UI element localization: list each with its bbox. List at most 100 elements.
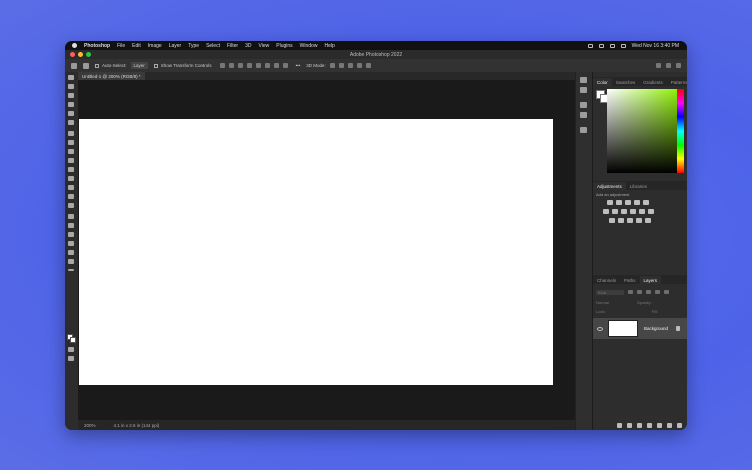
background-color-swatch[interactable]: [70, 337, 76, 343]
eye-icon[interactable]: [597, 326, 603, 331]
dodge-tool-icon[interactable]: [68, 203, 74, 208]
eraser-tool-icon[interactable]: [68, 176, 74, 181]
lock-icon[interactable]: [676, 326, 680, 331]
move-tool-icon[interactable]: [83, 62, 89, 69]
levels-icon[interactable]: [616, 200, 622, 205]
scale-icon[interactable]: [365, 63, 371, 68]
selective-color-icon[interactable]: [636, 218, 642, 223]
new-group-icon[interactable]: [657, 422, 662, 428]
menu-help[interactable]: Help: [324, 43, 334, 49]
distribute-vertical-icon[interactable]: [282, 63, 288, 68]
invert-icon[interactable]: [609, 218, 615, 223]
share-icon[interactable]: [676, 63, 681, 68]
character-panel-icon[interactable]: [580, 102, 587, 108]
marquee-tool-icon[interactable]: [68, 84, 74, 89]
tab-libraries[interactable]: Libraries: [626, 182, 651, 190]
blur-tool-icon[interactable]: [68, 194, 74, 199]
curves-icon[interactable]: [625, 200, 631, 205]
color-balance-icon[interactable]: [621, 209, 627, 214]
distribute-icon[interactable]: [273, 63, 279, 68]
new-layer-icon[interactable]: [667, 422, 672, 428]
gradient-triangle-icon[interactable]: [643, 200, 649, 205]
quick-mask-icon[interactable]: [68, 347, 74, 352]
gradient-tool-icon[interactable]: [68, 185, 74, 190]
document-tab[interactable]: Untitled-1 @ 200% (RGB/8) *: [78, 72, 145, 80]
pan-icon[interactable]: [347, 63, 353, 68]
menu-edit[interactable]: Edit: [132, 43, 141, 49]
search-icon[interactable]: [609, 43, 615, 48]
crop-tool-icon[interactable]: [68, 111, 74, 116]
brushes-panel-icon[interactable]: [580, 127, 587, 133]
menu-plugins[interactable]: Plugins: [276, 43, 292, 49]
home-icon[interactable]: [71, 62, 77, 69]
auto-select-dropdown[interactable]: Layer: [130, 62, 148, 69]
layer-row[interactable]: Background: [593, 318, 687, 339]
menu-window[interactable]: Window: [300, 43, 318, 49]
align-left-icon[interactable]: [219, 63, 225, 68]
menu-photoshop[interactable]: Photoshop: [84, 43, 110, 49]
tab-gradients[interactable]: Gradients: [639, 78, 667, 86]
workspace-icon[interactable]: [666, 63, 671, 68]
photo-filter-icon[interactable]: [639, 209, 645, 214]
lasso-tool-icon[interactable]: [68, 93, 74, 98]
zoom-level[interactable]: 200%: [84, 423, 96, 428]
opacity-label[interactable]: Opacity:: [637, 300, 652, 305]
maximize-icon[interactable]: [86, 52, 91, 57]
rectangle-tool-icon[interactable]: [68, 241, 74, 246]
channel-mixer-icon[interactable]: [648, 209, 654, 214]
close-icon[interactable]: [70, 52, 75, 57]
exposure-icon[interactable]: [634, 200, 640, 205]
tab-patterns[interactable]: Patterns: [667, 78, 687, 86]
menu-3d[interactable]: 3D: [245, 43, 251, 49]
new-fill-layer-icon[interactable]: [647, 422, 652, 428]
menu-select[interactable]: Select: [206, 43, 220, 49]
control-center-icon[interactable]: [620, 43, 626, 48]
posterize-icon[interactable]: [618, 218, 624, 223]
layer-thumbnail[interactable]: [608, 320, 638, 337]
color-field[interactable]: [607, 89, 680, 173]
zoom-tool-icon[interactable]: [68, 259, 74, 264]
canvas[interactable]: [79, 119, 553, 385]
filter-shape-icon[interactable]: [655, 290, 660, 294]
tab-layers[interactable]: Layers: [639, 276, 662, 284]
align-center-icon[interactable]: [228, 63, 234, 68]
align-middle-icon[interactable]: [255, 63, 261, 68]
filter-type-icon[interactable]: [646, 290, 651, 294]
search-tool-icon[interactable]: [656, 63, 661, 68]
filter-adjustment-icon[interactable]: [637, 290, 642, 294]
move-tool-icon[interactable]: [68, 75, 74, 80]
tab-color[interactable]: Color: [593, 78, 612, 86]
edit-toolbar-icon[interactable]: [68, 269, 74, 271]
filter-smart-icon[interactable]: [664, 290, 669, 294]
type-tool-icon[interactable]: [68, 223, 74, 228]
blend-mode-dropdown[interactable]: Normal: [596, 300, 609, 305]
link-layers-icon[interactable]: [617, 422, 622, 428]
transform-controls-checkbox[interactable]: [153, 63, 158, 68]
align-right-icon[interactable]: [237, 63, 243, 68]
menu-view[interactable]: View: [259, 43, 270, 49]
pen-tool-icon[interactable]: [68, 214, 74, 219]
slide-icon[interactable]: [356, 63, 362, 68]
layer-name[interactable]: Background: [644, 326, 668, 331]
trash-icon[interactable]: [677, 422, 682, 428]
black-white-icon[interactable]: [630, 209, 636, 214]
properties-panel-icon[interactable]: [580, 87, 587, 93]
clock[interactable]: Wed Nov 16 3:40 PM: [632, 43, 679, 49]
brightness-contrast-icon[interactable]: [607, 200, 613, 205]
menu-file[interactable]: File: [117, 43, 125, 49]
tab-channels[interactable]: Channels: [593, 276, 620, 284]
hand-tool-icon[interactable]: [68, 250, 74, 255]
quick-select-tool-icon[interactable]: [68, 102, 74, 107]
fill-label[interactable]: Fill:: [652, 309, 658, 314]
document-area[interactable]: [78, 80, 575, 420]
path-selection-icon[interactable]: [68, 232, 74, 237]
hue-saturation-icon[interactable]: [612, 209, 618, 214]
document-info[interactable]: 4.1 in x 2.6 in (144 ppi): [114, 423, 160, 428]
threshold-icon[interactable]: [627, 218, 633, 223]
menu-filter[interactable]: Filter: [227, 43, 238, 49]
tab-swatches[interactable]: Swatches: [612, 78, 640, 86]
history-panel-icon[interactable]: [580, 77, 587, 83]
hue-slider[interactable]: [677, 89, 684, 173]
gradient-map-icon[interactable]: [645, 218, 651, 223]
menu-layer[interactable]: Layer: [169, 43, 182, 49]
